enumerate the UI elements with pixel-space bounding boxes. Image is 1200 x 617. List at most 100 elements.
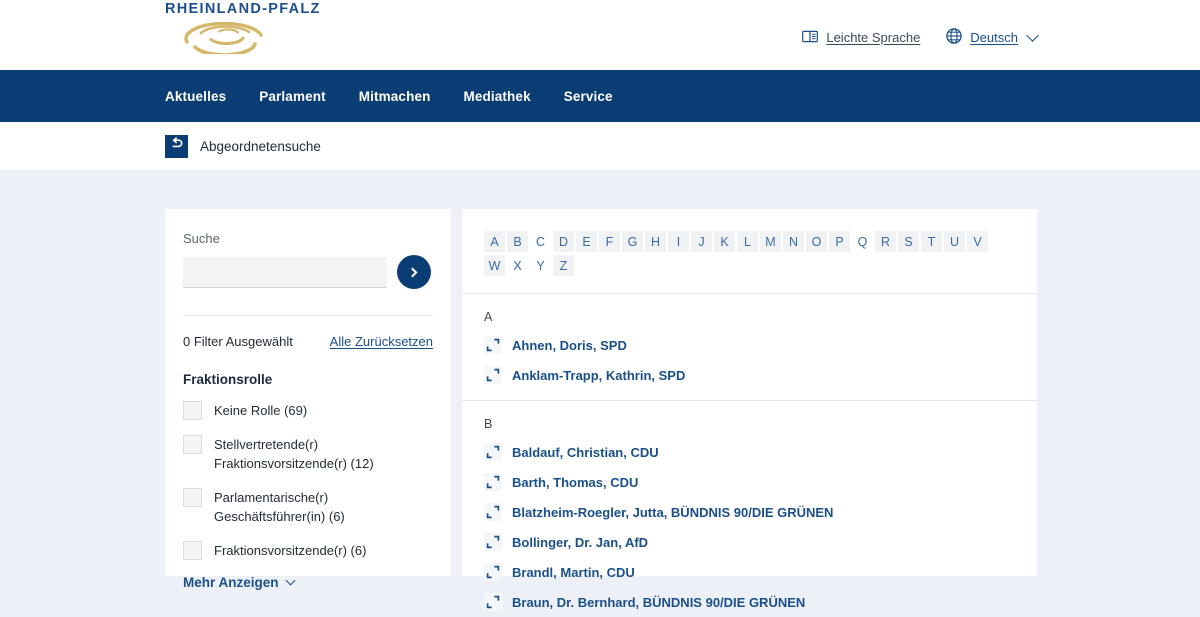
search-label: Suche [183, 231, 433, 246]
facet-option-label: Fraktionsvorsitzende(r) (6) [214, 541, 366, 560]
facet-title: Fraktionsrolle [183, 372, 433, 387]
person-name: Barth, Thomas, CDU [512, 474, 638, 491]
alpha-link-A[interactable]: A [484, 231, 505, 252]
person-name: Anklam-Trapp, Kathrin, SPD [512, 367, 685, 384]
facet-option[interactable]: Stellvertretende(r) Fraktionsvorsitzende… [183, 435, 433, 473]
alpha-link-Y: Y [530, 255, 551, 276]
alpha-link-I[interactable]: I [668, 231, 689, 252]
nav-item-mediathek[interactable]: Mediathek [463, 89, 530, 104]
alpha-link-Q: Q [852, 231, 873, 252]
main-navigation: Aktuelles Parlament Mitmachen Mediathek Serv… [0, 70, 1200, 122]
alpha-link-E[interactable]: E [576, 231, 597, 252]
facet-option-label: Keine Rolle (69) [214, 401, 307, 420]
results-panel: ABCDEFGHIJKLMNOPQRSTUVWXYZ AAhnen, Doris… [462, 209, 1037, 576]
alpha-link-N[interactable]: N [783, 231, 804, 252]
search-input[interactable] [183, 257, 387, 288]
page-content: Suche 0 Filter Ausgewählt Alle Zurückset… [0, 170, 1200, 576]
expand-icon[interactable] [484, 503, 502, 521]
easy-language-link[interactable]: Leichte Sprache [802, 30, 920, 46]
person-name: Baldauf, Christian, CDU [512, 444, 659, 461]
results-list: A Ahnen, Doris, SPD Anklam-Trapp, Kathrin,… [462, 294, 1037, 617]
group-letter: B [484, 401, 1015, 437]
expand-icon[interactable] [484, 473, 502, 491]
globe-icon [946, 28, 962, 47]
expand-icon[interactable] [484, 366, 502, 384]
list-item[interactable]: Braun, Dr. Bernhard, BÜNDNIS 90/DIE GRÜN… [484, 587, 1015, 617]
expand-icon[interactable] [484, 443, 502, 461]
alpha-link-K[interactable]: K [714, 231, 735, 252]
site-logo[interactable]: RHEINLAND-PFALZ [165, 0, 321, 59]
result-group: A Ahnen, Doris, SPD Anklam-Trapp, Kathrin,… [462, 294, 1037, 390]
facet-option[interactable]: Fraktionsvorsitzende(r) (6) [183, 541, 433, 560]
show-more-filters[interactable]: Mehr Anzeigen [183, 575, 433, 590]
language-label: Deutsch [970, 30, 1018, 45]
back-button[interactable] [165, 135, 188, 158]
alpha-link-J[interactable]: J [691, 231, 712, 252]
alpha-link-S[interactable]: S [898, 231, 919, 252]
back-arrow-icon [170, 137, 184, 155]
nav-item-parlament[interactable]: Parlament [259, 89, 326, 104]
person-name: Braun, Dr. Bernhard, BÜNDNIS 90/DIE GRÜN… [512, 594, 805, 611]
alpha-link-C: C [530, 231, 551, 252]
expand-icon[interactable] [484, 593, 502, 611]
facet-option[interactable]: Keine Rolle (69) [183, 401, 433, 420]
group-letter: A [484, 294, 1015, 330]
search-submit-button[interactable] [397, 255, 431, 289]
facet-option[interactable]: Parlamentarische(r) Geschäftsführer(in) … [183, 488, 433, 526]
alpha-link-R[interactable]: R [875, 231, 896, 252]
reset-filters-link[interactable]: Alle Zurücksetzen [330, 334, 433, 349]
alpha-link-D[interactable]: D [553, 231, 574, 252]
facet-option-label: Stellvertretende(r) Fraktionsvorsitzende… [214, 435, 433, 473]
alpha-link-W[interactable]: W [484, 255, 505, 276]
expand-icon[interactable] [484, 336, 502, 354]
person-name: Brandl, Martin, CDU [512, 564, 635, 581]
expand-icon[interactable] [484, 563, 502, 581]
page-title: Abgeordnetensuche [200, 139, 321, 154]
alpha-link-F[interactable]: F [599, 231, 620, 252]
list-item[interactable]: Barth, Thomas, CDU [484, 467, 1015, 497]
person-name: Bollinger, Dr. Jan, AfD [512, 534, 648, 551]
wave-logo [181, 22, 321, 59]
easy-language-label: Leichte Sprache [826, 30, 920, 45]
alpha-link-Z[interactable]: Z [553, 255, 574, 276]
alpha-link-L[interactable]: L [737, 231, 758, 252]
list-item[interactable]: Blatzheim-Roegler, Jutta, BÜNDNIS 90/DIE… [484, 497, 1015, 527]
selected-filter-count: 0 Filter Ausgewählt [183, 334, 293, 349]
expand-icon[interactable] [484, 533, 502, 551]
alpha-link-P[interactable]: P [829, 231, 850, 252]
chevron-down-icon [1026, 29, 1039, 42]
filter-summary: 0 Filter Ausgewählt Alle Zurücksetzen [183, 315, 433, 349]
alpha-link-V[interactable]: V [967, 231, 988, 252]
language-selector[interactable]: Deutsch [946, 28, 1037, 47]
alpha-link-H[interactable]: H [645, 231, 666, 252]
result-group: B Baldauf, Christian, CDU Barth, Thomas, C… [462, 401, 1037, 617]
alpha-link-O[interactable]: O [806, 231, 827, 252]
chevron-down-icon [285, 576, 295, 586]
alpha-link-M[interactable]: M [760, 231, 781, 252]
header-utility-bar: Leichte Sprache Deutsch [802, 28, 1037, 47]
list-item[interactable]: Baldauf, Christian, CDU [484, 437, 1015, 467]
alpha-link-T[interactable]: T [921, 231, 942, 252]
person-name: Ahnen, Doris, SPD [512, 337, 627, 354]
list-item[interactable]: Ahnen, Doris, SPD [484, 330, 1015, 360]
nav-item-aktuelles[interactable]: Aktuelles [165, 89, 226, 104]
logo-wordmark: RHEINLAND-PFALZ [165, 0, 321, 19]
checkbox-icon[interactable] [183, 488, 202, 507]
alpha-link-U[interactable]: U [944, 231, 965, 252]
nav-item-service[interactable]: Service [564, 89, 613, 104]
checkbox-icon[interactable] [183, 435, 202, 454]
show-more-label: Mehr Anzeigen [183, 575, 279, 590]
list-item[interactable]: Anklam-Trapp, Kathrin, SPD [484, 360, 1015, 390]
nav-item-mitmachen[interactable]: Mitmachen [359, 89, 431, 104]
search-block: Suche [165, 209, 451, 289]
checkbox-icon[interactable] [183, 401, 202, 420]
site-header: RHEINLAND-PFALZ [0, 0, 1200, 70]
alphabet-index: ABCDEFGHIJKLMNOPQRSTUV WXYZ [462, 209, 1013, 276]
alpha-link-B[interactable]: B [507, 231, 528, 252]
alpha-link-G[interactable]: G [622, 231, 643, 252]
checkbox-icon[interactable] [183, 541, 202, 560]
breadcrumb-bar: Abgeordnetensuche [0, 122, 1200, 170]
list-item[interactable]: Bollinger, Dr. Jan, AfD [484, 527, 1015, 557]
alpha-link-X: X [507, 255, 528, 276]
list-item[interactable]: Brandl, Martin, CDU [484, 557, 1015, 587]
